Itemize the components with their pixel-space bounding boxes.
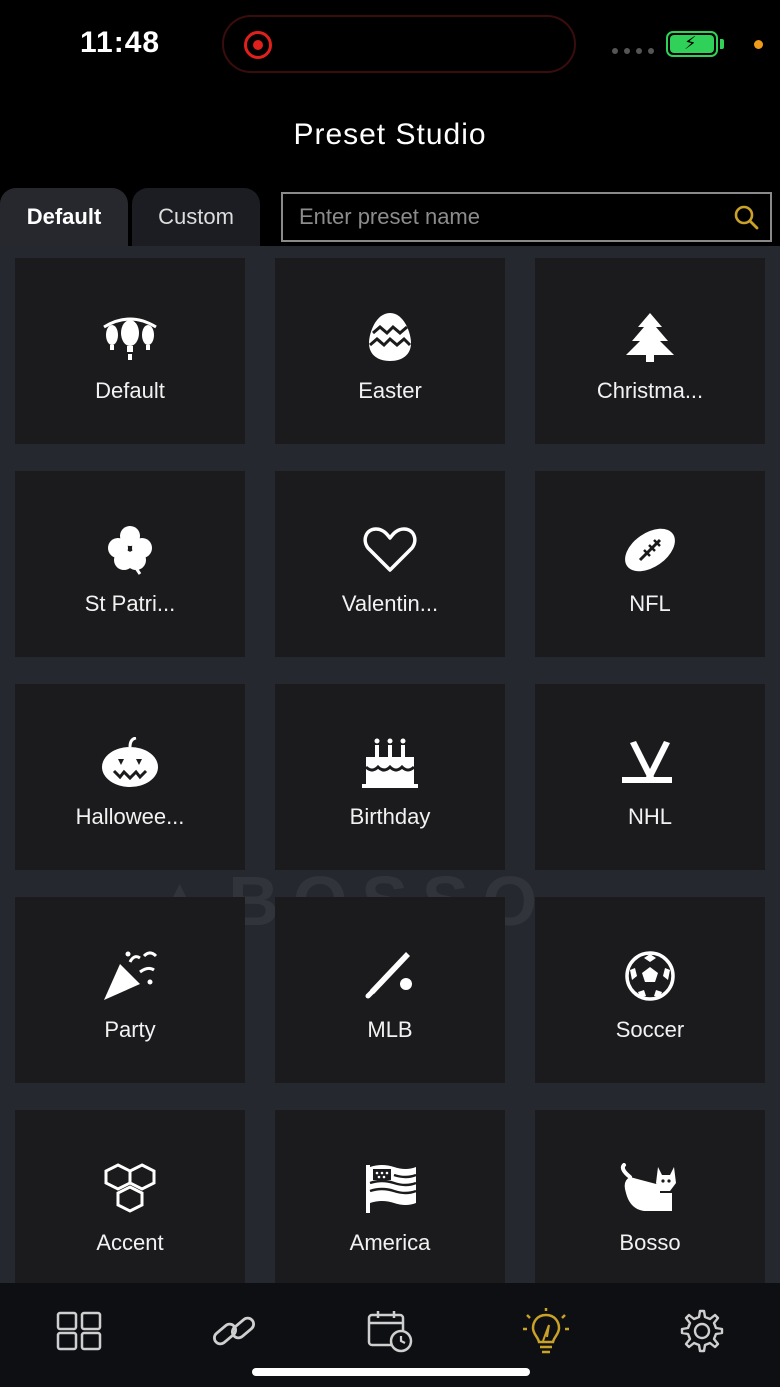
search-input[interactable] (283, 194, 723, 240)
preset-tile-america[interactable]: America (275, 1110, 505, 1283)
status-time: 11:48 (80, 26, 161, 59)
egg-icon (358, 310, 422, 364)
nav-presets-button[interactable] (520, 1307, 572, 1355)
clover-icon (98, 523, 162, 577)
dynamic-island (222, 15, 576, 73)
grid-icon (56, 1311, 102, 1351)
hockey-icon (618, 736, 682, 790)
page-title: Preset Studio (293, 118, 487, 151)
cake-icon (358, 736, 422, 790)
preset-label: America (349, 1230, 431, 1255)
preset-label: Bosso (619, 1230, 681, 1255)
nav-link-button[interactable] (208, 1307, 260, 1355)
party-popper-icon (98, 949, 162, 1003)
preset-tile-valentines[interactable]: Valentin... (275, 471, 505, 657)
battery-icon: ⚡ (666, 31, 718, 57)
preset-tile-bosso[interactable]: Bosso (535, 1110, 765, 1283)
search-icon[interactable] (732, 203, 760, 231)
preset-tile-party[interactable]: Party (15, 897, 245, 1083)
heart-icon (358, 523, 422, 577)
preset-tile-birthday[interactable]: Birthday (275, 684, 505, 870)
preset-label: Christma... (596, 378, 704, 403)
link-icon (213, 1316, 255, 1346)
preset-label: Accent (96, 1230, 164, 1255)
preset-label: Halloweе... (75, 804, 185, 829)
search-box (281, 192, 772, 242)
preset-label: Default (95, 378, 165, 403)
preset-label: Party (104, 1017, 156, 1042)
baseball-bat-icon (358, 949, 422, 1003)
football-icon (618, 523, 682, 577)
preset-grid: ▲BOSSO. Default Easter (0, 246, 780, 1283)
preset-label: Birthday (349, 804, 431, 829)
preset-label: MLB (367, 1017, 413, 1042)
preset-tile-mlb[interactable]: MLB (275, 897, 505, 1083)
recording-icon (244, 31, 272, 59)
preset-label: NFL (629, 591, 671, 616)
preset-tile-nhl[interactable]: NHL (535, 684, 765, 870)
gear-icon (680, 1309, 724, 1353)
lights-icon (98, 310, 162, 364)
nav-settings-button[interactable] (676, 1307, 728, 1355)
nav-schedule-button[interactable] (364, 1307, 416, 1355)
preset-label: NHL (627, 804, 672, 829)
lightbulb-icon (523, 1308, 569, 1354)
flag-icon (358, 1162, 422, 1216)
soccer-ball-icon (618, 949, 682, 1003)
preset-tabs: Default Custom (0, 188, 260, 246)
preset-label: Valentin... (341, 591, 439, 616)
preset-label: St Patri... (84, 591, 176, 616)
nav-grid-button[interactable] (53, 1307, 105, 1355)
preset-label: Easter (358, 378, 422, 403)
preset-tile-soccer[interactable]: Soccer (535, 897, 765, 1083)
cat-icon (618, 1162, 682, 1216)
tab-default[interactable]: Default (0, 188, 128, 246)
preset-tile-halloween[interactable]: Halloweе... (15, 684, 245, 870)
signal-icon (612, 48, 654, 54)
home-indicator[interactable] (252, 1368, 530, 1376)
preset-tile-christmas[interactable]: Christma... (535, 258, 765, 444)
preset-tile-nfl[interactable]: NFL (535, 471, 765, 657)
preset-tile-default[interactable]: Default (15, 258, 245, 444)
calendar-clock-icon (367, 1311, 413, 1353)
preset-tile-st-patricks[interactable]: St Patri... (15, 471, 245, 657)
preset-tile-easter[interactable]: Easter (275, 258, 505, 444)
privacy-indicator-dot (754, 40, 763, 49)
battery-cap (720, 39, 724, 49)
cubes-icon (98, 1162, 162, 1216)
tab-custom[interactable]: Custom (132, 188, 260, 246)
tree-icon (618, 310, 682, 364)
preset-label: Soccer (615, 1017, 685, 1042)
status-bar: 11:48 ⚡ (0, 0, 780, 90)
preset-tile-accent[interactable]: Accent (15, 1110, 245, 1283)
pumpkin-icon (98, 736, 162, 790)
